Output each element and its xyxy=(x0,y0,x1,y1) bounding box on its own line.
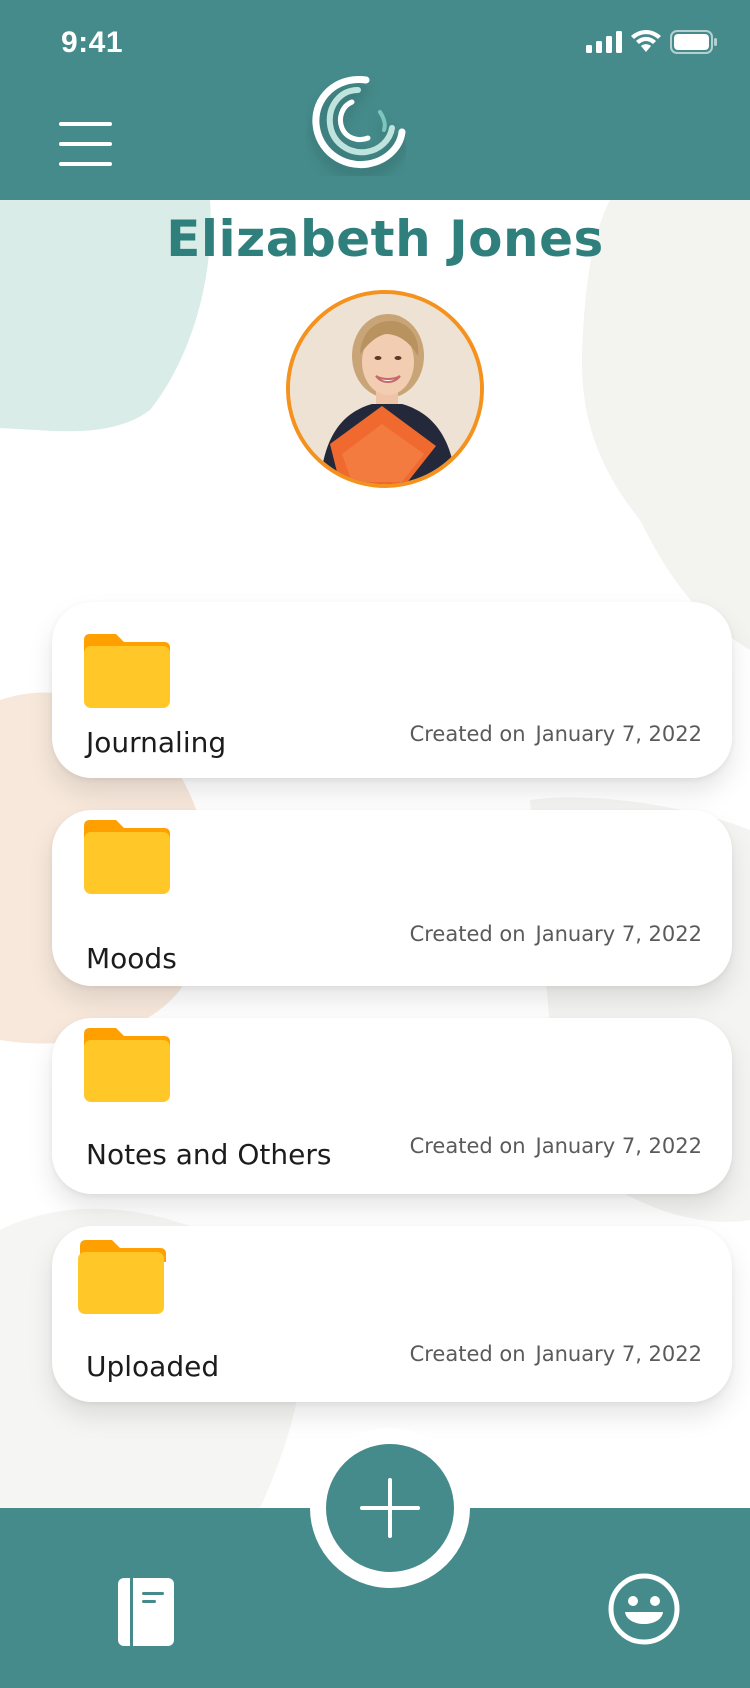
avatar-illustration xyxy=(290,294,480,484)
created-label: Created on xyxy=(409,922,526,946)
folder-icon xyxy=(84,820,170,894)
folder-name: Moods xyxy=(86,942,177,975)
folder-created-date: Created on January 7, 2022 xyxy=(410,1342,702,1366)
folder-card-journaling[interactable]: Journaling Created on January 7, 2022 xyxy=(52,602,732,778)
profile-name: Elizabeth Jones xyxy=(166,210,604,268)
app-header: 9:41 xyxy=(0,0,750,200)
folder-created-date: Created on January 7, 2022 xyxy=(410,1134,702,1158)
folder-icon xyxy=(84,1028,170,1102)
created-date: January 7, 2022 xyxy=(535,1134,702,1158)
folder-icon xyxy=(84,634,170,708)
folder-created-date: Created on January 7, 2022 xyxy=(410,922,702,946)
swirl-logo-icon[interactable] xyxy=(306,72,406,176)
plus-icon xyxy=(360,1478,420,1538)
signal-icon xyxy=(586,31,622,53)
created-date: January 7, 2022 xyxy=(535,722,702,746)
folder-card-uploaded[interactable]: Uploaded Created on January 7, 2022 xyxy=(52,1226,732,1402)
folder-card-moods[interactable]: Moods Created on January 7, 2022 xyxy=(52,810,732,986)
status-icons xyxy=(586,30,718,54)
status-time: 9:41 xyxy=(61,26,124,59)
created-label: Created on xyxy=(409,1134,526,1158)
folder-card-notes-and-others[interactable]: Notes and Others Created on January 7, 20… xyxy=(52,1018,732,1194)
add-button[interactable] xyxy=(326,1444,454,1572)
folder-icon xyxy=(78,1240,166,1314)
created-date: January 7, 2022 xyxy=(535,1342,702,1366)
created-label: Created on xyxy=(409,722,526,746)
profile-photo[interactable] xyxy=(286,290,484,488)
hamburger-menu-icon[interactable] xyxy=(59,122,113,166)
created-date: January 7, 2022 xyxy=(535,922,702,946)
folder-created-date: Created on January 7, 2022 xyxy=(410,722,702,746)
wifi-icon xyxy=(631,30,661,52)
created-label: Created on xyxy=(409,1342,526,1366)
battery-icon xyxy=(670,30,717,54)
smiley-face-icon[interactable] xyxy=(607,1572,681,1646)
folder-name: Uploaded xyxy=(86,1350,220,1383)
journal-book-icon[interactable] xyxy=(118,1578,174,1646)
folder-name: Notes and Others xyxy=(86,1138,332,1171)
folder-name: Journaling xyxy=(86,726,227,759)
